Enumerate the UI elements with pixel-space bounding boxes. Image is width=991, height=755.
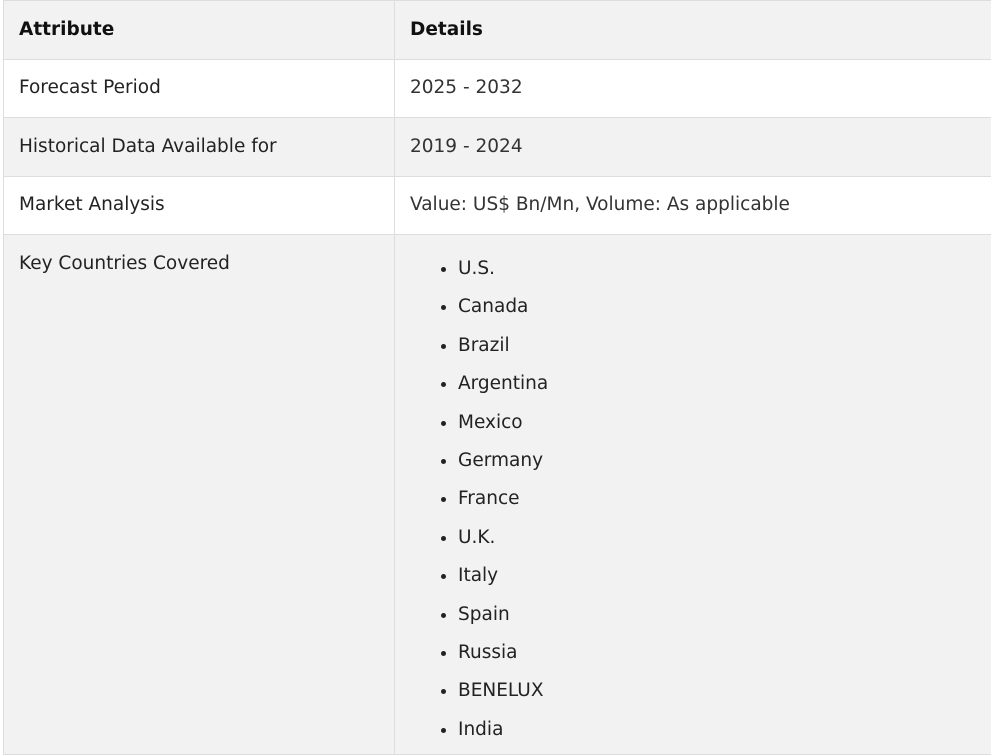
list-item: U.S.: [458, 255, 982, 293]
attributes-table: Attribute Details Forecast Period 2025 -…: [3, 0, 991, 755]
row-details-market-analysis: Value: US$ Bn/Mn, Volume: As applicable: [395, 177, 991, 235]
row-attribute-forecast-period: Forecast Period: [4, 60, 395, 118]
list-item: BENELUX: [458, 677, 982, 715]
list-item: Germany: [458, 447, 982, 485]
row-details-key-countries: U.S. Canada Brazil Argentina Mexico Germ…: [395, 235, 991, 755]
list-item: Argentina: [458, 370, 982, 408]
list-item: India: [458, 716, 982, 754]
table-row-countries: Key Countries Covered U.S. Canada Brazil…: [4, 235, 991, 755]
attributes-table-container: Attribute Details Forecast Period 2025 -…: [3, 0, 991, 755]
table-row: Historical Data Available for 2019 - 202…: [4, 118, 991, 177]
countries-list: U.S. Canada Brazil Argentina Mexico Germ…: [410, 255, 982, 754]
header-attribute: Attribute: [4, 1, 395, 60]
row-details-historical-data: 2019 - 2024: [395, 118, 991, 177]
list-item: U.K.: [458, 524, 982, 562]
row-attribute-historical-data: Historical Data Available for: [4, 118, 395, 177]
table-row: Forecast Period 2025 - 2032: [4, 60, 991, 118]
list-item: Mexico: [458, 409, 982, 447]
list-item: Italy: [458, 562, 982, 600]
row-attribute-market-analysis: Market Analysis: [4, 177, 395, 235]
list-item: Spain: [458, 601, 982, 639]
list-item: Brazil: [458, 332, 982, 370]
row-attribute-key-countries: Key Countries Covered: [4, 235, 395, 755]
table-header-row: Attribute Details: [4, 1, 991, 60]
list-item: Russia: [458, 639, 982, 677]
list-item: France: [458, 485, 982, 523]
list-item: Canada: [458, 293, 982, 331]
header-details: Details: [395, 1, 991, 60]
row-details-forecast-period: 2025 - 2032: [395, 60, 991, 118]
table-row: Market Analysis Value: US$ Bn/Mn, Volume…: [4, 177, 991, 235]
